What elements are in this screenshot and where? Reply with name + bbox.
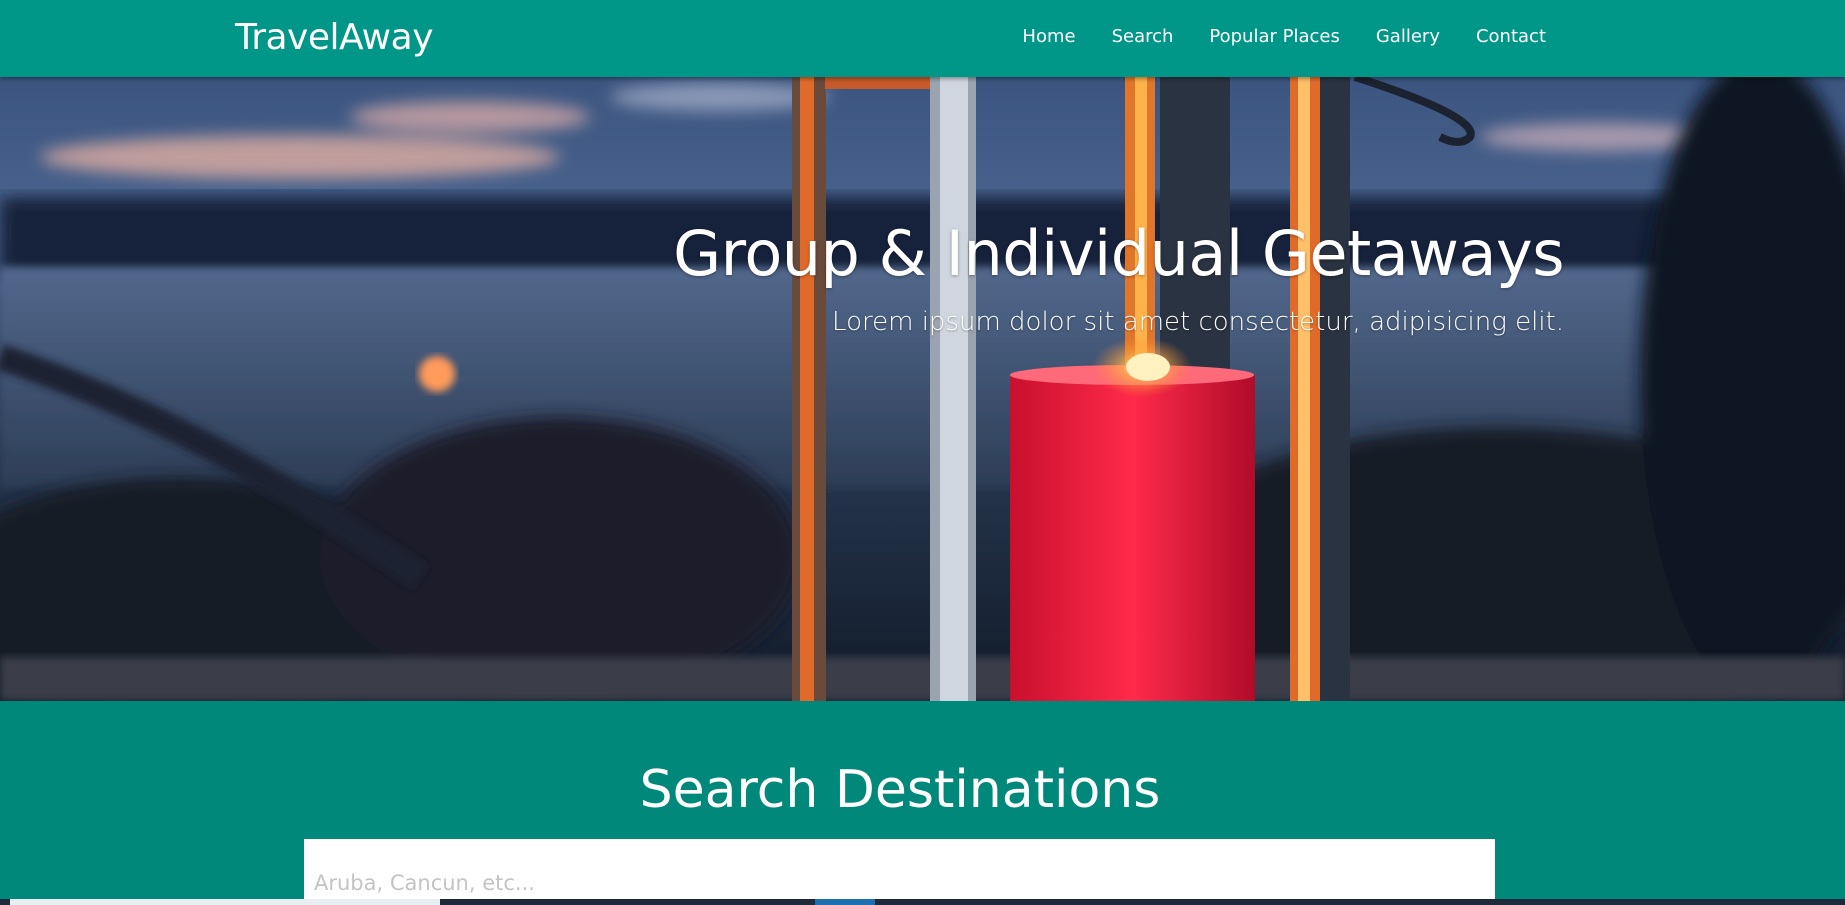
nav-item-home: Home <box>1022 25 1075 49</box>
hero-subtitle: Lorem ipsum dolor sit amet consectetur, … <box>832 307 1564 337</box>
bottom-content-edge <box>0 899 1845 905</box>
hero-content: Group & Individual Getaways Lorem ipsum … <box>673 217 1564 339</box>
nav-link-popular-places[interactable]: Popular Places <box>1209 26 1339 47</box>
destination-search-input[interactable] <box>304 839 1495 905</box>
nav-item-popular-places: Popular Places <box>1209 25 1339 49</box>
nav-item-gallery: Gallery <box>1376 25 1440 49</box>
nav-item-search: Search <box>1112 25 1174 49</box>
hero-background-image <box>0 77 1845 701</box>
brand-logo[interactable]: TravelAway <box>235 16 434 60</box>
search-section: Search Destinations <box>0 701 1845 905</box>
nav-link-home[interactable]: Home <box>1022 26 1075 47</box>
nav-links: Home Search Popular Places Gallery Conta… <box>1022 25 1546 49</box>
nav-link-search[interactable]: Search <box>1112 26 1174 47</box>
nav-link-gallery[interactable]: Gallery <box>1376 26 1440 47</box>
bottom-content-segment <box>815 899 875 905</box>
search-heading: Search Destinations <box>639 760 1161 820</box>
navbar: TravelAway Home Search Popular Places Ga… <box>0 0 1845 77</box>
hero-section: Group & Individual Getaways Lorem ipsum … <box>0 77 1845 701</box>
hero-title: Group & Individual Getaways <box>673 217 1564 290</box>
bottom-content-segment <box>10 899 440 905</box>
nav-item-contact: Contact <box>1476 25 1546 49</box>
nav-link-contact[interactable]: Contact <box>1476 26 1546 47</box>
